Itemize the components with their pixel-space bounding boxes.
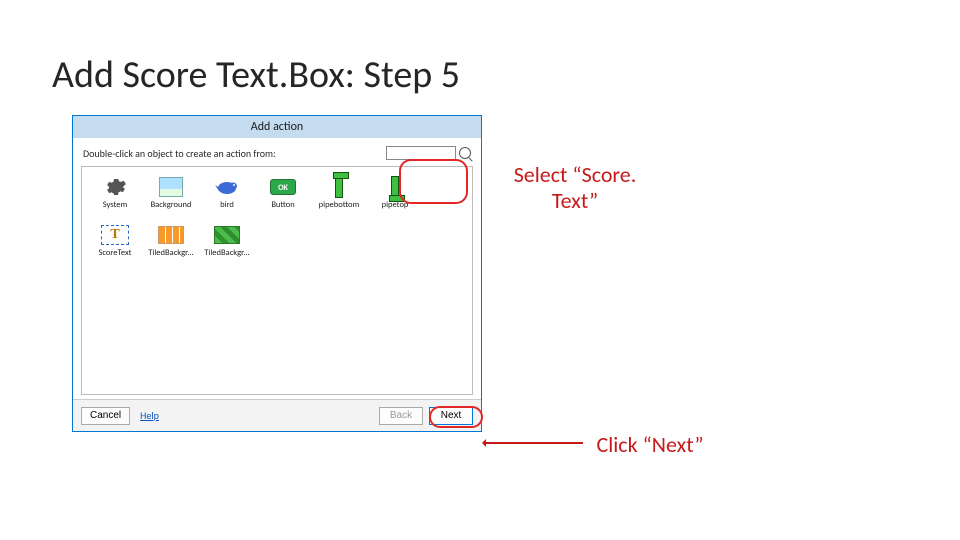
objects-area: System Background bird OK Button pipebot…: [81, 166, 473, 395]
dialog-instruction-text: Double-click an object to create an acti…: [83, 147, 276, 160]
object-pipetop[interactable]: pipetop: [367, 172, 423, 220]
annotation-click-next: Click “Next”: [580, 432, 720, 458]
next-button[interactable]: Next: [429, 407, 473, 425]
object-scoretext[interactable]: T ScoreText: [87, 220, 143, 268]
dialog-footer: Cancel Help Back Next: [73, 399, 481, 431]
pipe-bottom-icon: [335, 176, 343, 198]
slide-title: Add Score Text.Box: Step 5: [52, 52, 460, 98]
object-tiledbg2[interactable]: TiledBackgr...: [199, 220, 255, 268]
object-label: TiledBackgr...: [148, 249, 193, 258]
tiled-bg-icon: [214, 226, 240, 244]
text-icon: T: [101, 225, 129, 245]
cancel-button[interactable]: Cancel: [81, 407, 130, 425]
dialog-instruction-row: Double-click an object to create an acti…: [73, 138, 481, 164]
object-system[interactable]: System: [87, 172, 143, 220]
object-bird[interactable]: bird: [199, 172, 255, 220]
objects-grid: System Background bird OK Button pipebot…: [87, 172, 467, 268]
object-pipebottom[interactable]: pipebottom: [311, 172, 367, 220]
object-label: System: [103, 201, 128, 210]
object-label: pipetop: [382, 201, 409, 210]
tiled-bg-icon: [158, 226, 184, 244]
pipe-top-icon: [391, 176, 399, 198]
object-label: TiledBackgr...: [204, 249, 249, 258]
search-input[interactable]: [386, 146, 456, 160]
button-icon: OK: [270, 179, 296, 195]
add-action-dialog: Add action Double-click an object to cre…: [72, 115, 482, 432]
object-label: Button: [271, 201, 294, 210]
object-label: ScoreText: [98, 249, 131, 258]
bird-icon: [213, 174, 241, 200]
gear-icon: [101, 174, 129, 200]
object-label: bird: [220, 201, 234, 210]
sky-icon: [159, 177, 183, 197]
object-button[interactable]: OK Button: [255, 172, 311, 220]
object-background[interactable]: Background: [143, 172, 199, 220]
search-wrap: [386, 146, 471, 160]
back-button[interactable]: Back: [379, 407, 423, 425]
dialog-titlebar: Add action: [73, 116, 481, 138]
search-icon[interactable]: [459, 147, 471, 159]
help-link[interactable]: Help: [140, 409, 159, 422]
object-label: Background: [151, 201, 192, 210]
arrow-to-next: [485, 442, 583, 444]
object-label: pipebottom: [319, 201, 360, 210]
annotation-select-scoretext: Select “Score. Text”: [505, 162, 645, 215]
object-tiledbg1[interactable]: TiledBackgr...: [143, 220, 199, 268]
